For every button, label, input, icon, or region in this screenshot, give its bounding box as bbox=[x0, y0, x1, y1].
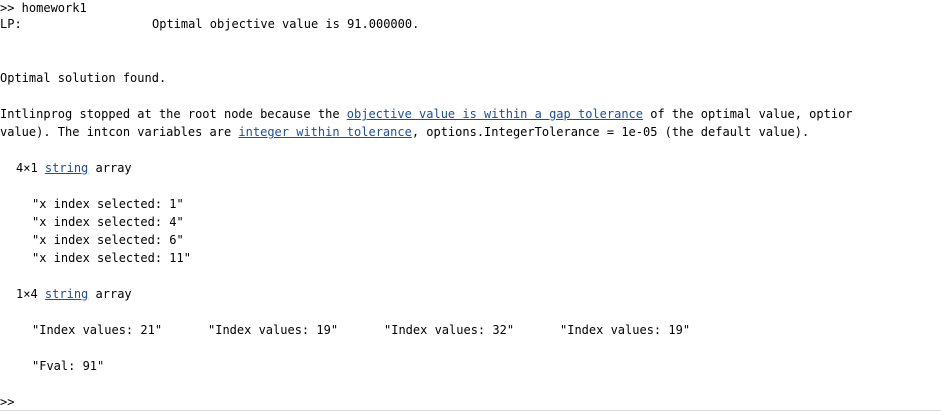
array2-item: "Index values: 19" bbox=[208, 323, 339, 337]
array1-item: "x index selected: 1" bbox=[32, 197, 184, 211]
array1-item: "x index selected: 6" bbox=[32, 233, 184, 247]
array1-size: 4×1 bbox=[16, 161, 38, 175]
array2-type-link[interactable]: string bbox=[45, 287, 88, 301]
array2-header: 1×4 string array bbox=[16, 286, 132, 302]
integer-tolerance-link[interactable]: integer within tolerance bbox=[238, 125, 411, 139]
solution-found-line: Optimal solution found. bbox=[0, 70, 166, 86]
array1-header: 4×1 string array bbox=[16, 160, 132, 176]
array1-type-link[interactable]: string bbox=[45, 161, 88, 175]
command-window[interactable]: >> homework1 LP: Optimal objective value … bbox=[0, 0, 941, 414]
array1-item: "x index selected: 11" bbox=[32, 251, 191, 265]
lp-message: Optimal objective value is 91.000000. bbox=[152, 17, 420, 31]
prompt-symbol: >> bbox=[0, 395, 15, 409]
array1-type-suffix: array bbox=[95, 161, 132, 175]
stop-message-text: value). The intcon variables are bbox=[0, 125, 239, 139]
array2-size: 1×4 bbox=[16, 287, 38, 301]
stop-message-text: of the optimal value, optior bbox=[643, 107, 853, 121]
lp-output-line: LP: Optimal objective value is 91.000000. bbox=[0, 16, 419, 32]
command-echo: >> homework1 bbox=[0, 0, 87, 16]
array2-item: "Index values: 32" bbox=[384, 323, 515, 337]
command-prompt[interactable]: >> bbox=[0, 394, 14, 410]
stop-message-line-2: value). The intcon variables are integer… bbox=[0, 124, 809, 140]
lp-label: LP: bbox=[0, 17, 22, 31]
array2-item: "Index values: 21" bbox=[32, 323, 163, 337]
solution-found-text: Optimal solution found. bbox=[0, 71, 167, 85]
fval-output: "Fval: 91" bbox=[32, 359, 105, 373]
horizontal-scroll-edge bbox=[0, 410, 941, 411]
command-text: >> homework1 bbox=[0, 1, 87, 15]
array2-item: "Index values: 19" bbox=[560, 323, 691, 337]
stop-message-text: Intlinprog stopped at the root node beca… bbox=[0, 107, 347, 121]
array2-type-suffix: array bbox=[95, 287, 132, 301]
array1-item: "x index selected: 4" bbox=[32, 215, 184, 229]
stop-message-text: , options.IntegerTolerance = 1e-05 (the … bbox=[411, 125, 810, 139]
stop-message-line-1: Intlinprog stopped at the root node beca… bbox=[0, 106, 853, 122]
gap-tolerance-link[interactable]: objective value is within a gap toleranc… bbox=[347, 107, 643, 121]
